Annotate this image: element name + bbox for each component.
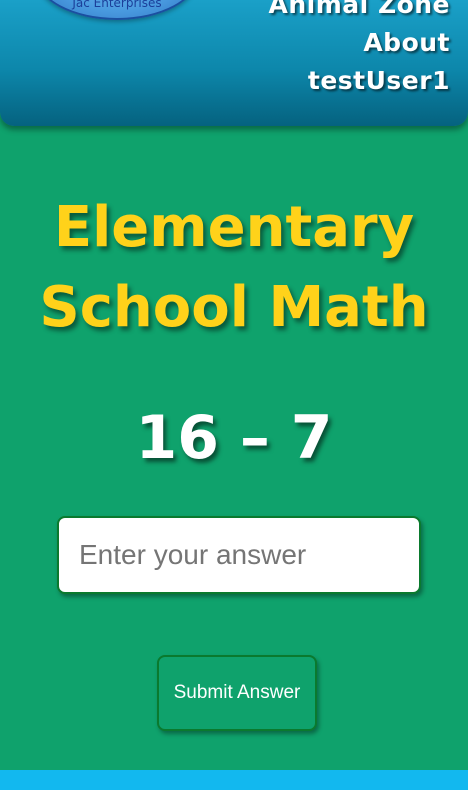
nav-item-about[interactable]: About	[269, 24, 450, 62]
nav-item-animal-zone[interactable]: Animal Zone	[269, 0, 450, 24]
site-logo[interactable]: Jac Enterprises	[35, 0, 199, 20]
logo-text: Jac Enterprises	[72, 0, 162, 10]
page-title-line2: School Math	[39, 275, 429, 340]
page-title: Elementary School Math	[0, 188, 468, 348]
site-header: Jac Enterprises Animal Zone About testUs…	[0, 0, 468, 126]
math-problem: 16 – 7	[135, 403, 333, 473]
answer-input[interactable]	[57, 516, 421, 594]
footer-bar	[0, 770, 468, 790]
main-nav: Animal Zone About testUser1	[269, 0, 450, 100]
page-title-line1: Elementary	[53, 195, 415, 260]
submit-answer-button[interactable]: Submit Answer	[157, 655, 317, 731]
nav-item-user[interactable]: testUser1	[269, 62, 450, 100]
